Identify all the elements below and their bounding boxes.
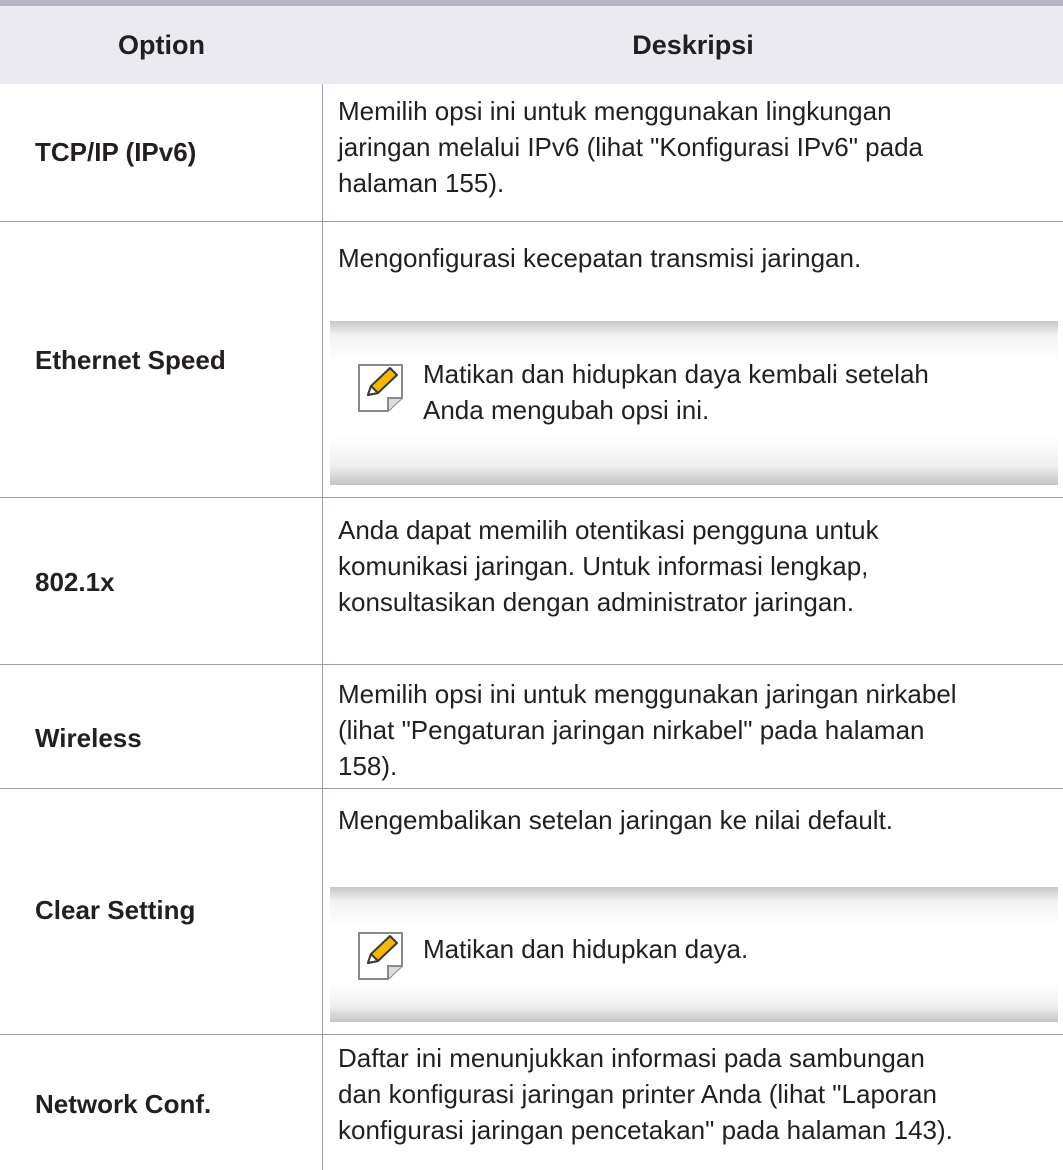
description-line: Memilih opsi ini untuk menggunakan lingk…	[338, 96, 892, 126]
note-line: Matikan dan hidupkan daya kembali setela…	[423, 359, 929, 389]
row-divider	[0, 497, 1063, 498]
note-text: Matikan dan hidupkan daya kembali setela…	[423, 356, 929, 428]
description-line: dan konfigurasi jaringan printer Anda (l…	[338, 1079, 937, 1109]
row-description-tcpip-ipv6: Memilih opsi ini untuk menggunakan lingk…	[338, 93, 923, 201]
row-option-ethernet-speed: Ethernet Speed	[35, 345, 226, 375]
table-header: Option Deskripsi	[0, 6, 1063, 84]
note-box: Matikan dan hidupkan daya.	[330, 887, 1058, 1022]
note-line: Matikan dan hidupkan daya.	[423, 934, 749, 964]
note-pencil-icon	[356, 930, 406, 982]
note-box: Matikan dan hidupkan daya kembali setela…	[330, 321, 1058, 485]
description-line: Memilih opsi ini untuk menggunakan jarin…	[338, 679, 957, 709]
row-divider	[0, 1034, 1063, 1035]
note-pencil-icon	[356, 362, 406, 414]
header-option: Option	[118, 29, 205, 60]
row-option-8021x: 802.1x	[35, 567, 115, 597]
description-line: Mengonfigurasi kecepatan transmisi jarin…	[338, 243, 862, 273]
description-line: konfigurasi jaringan pencetakan" pada ha…	[338, 1115, 953, 1145]
row-description-wireless: Memilih opsi ini untuk menggunakan jarin…	[338, 676, 957, 784]
row-description-8021x: Anda dapat memilih otentikasi pengguna u…	[338, 512, 879, 620]
description-line: 158).	[338, 751, 398, 781]
description-line: komunikasi jaringan. Untuk informasi len…	[338, 551, 869, 581]
row-divider	[0, 788, 1063, 789]
row-divider	[0, 664, 1063, 665]
row-option-clear-setting: Clear Setting	[35, 895, 196, 925]
column-divider	[322, 84, 323, 1170]
description-line: Daftar ini menunjukkan informasi pada sa…	[338, 1043, 925, 1073]
row-option-network-conf: Network Conf.	[35, 1089, 212, 1119]
row-description-ethernet-speed: Mengonfigurasi kecepatan transmisi jarin…	[338, 240, 861, 276]
description-line: jaringan melalui IPv6 (lihat "Konfiguras…	[338, 132, 923, 162]
description-line: halaman 155).	[338, 168, 505, 198]
note-line: Anda mengubah opsi ini.	[423, 395, 710, 425]
description-line: (lihat "Pengaturan jaringan nirkabel" pa…	[338, 715, 925, 745]
note-text: Matikan dan hidupkan daya.	[423, 931, 748, 967]
description-line: konsultasikan dengan administrator jarin…	[338, 587, 854, 617]
description-line: Mengembalikan setelan jaringan ke nilai …	[338, 805, 894, 835]
row-description-clear-setting: Mengembalikan setelan jaringan ke nilai …	[338, 802, 893, 838]
row-option-wireless: Wireless	[35, 723, 142, 753]
description-line: Anda dapat memilih otentikasi pengguna u…	[338, 515, 879, 545]
row-description-network-conf: Daftar ini menunjukkan informasi pada sa…	[338, 1040, 953, 1148]
header-description: Deskripsi	[632, 29, 754, 60]
row-divider	[0, 221, 1063, 222]
row-option-tcpip-ipv6: TCP/IP (IPv6)	[35, 137, 197, 167]
